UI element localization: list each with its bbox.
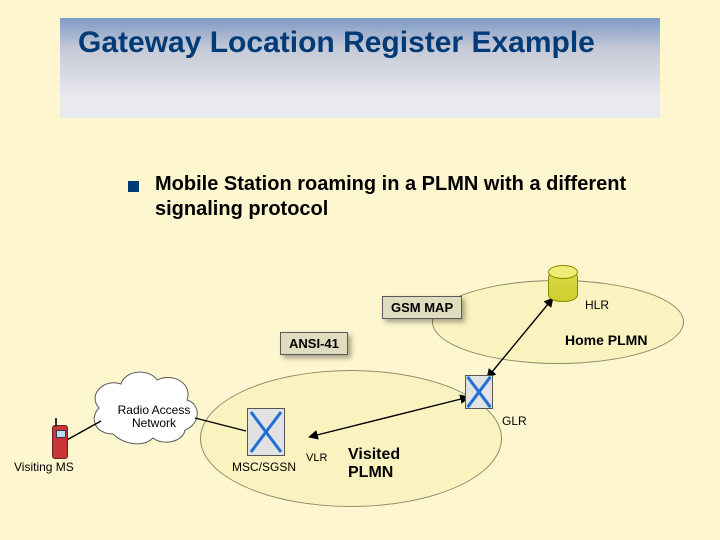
ansi41-label: ANSI-41 (280, 332, 348, 355)
title-bar: Gateway Location Register Example (60, 18, 660, 118)
hlr-db-icon (548, 270, 578, 302)
msc-sgsn-label: MSC/SGSN (232, 460, 296, 474)
ran-label: Radio Access Network (108, 404, 200, 430)
bullet-icon (128, 181, 139, 192)
hlr-label: HLR (585, 298, 609, 312)
slide-title: Gateway Location Register Example (78, 26, 642, 61)
visited-plmn-region (200, 370, 502, 507)
mobile-phone-icon (52, 425, 68, 459)
home-plmn-label: Home PLMN (565, 332, 647, 348)
gsm-map-label: GSM MAP (382, 296, 462, 319)
glr-router-icon (465, 375, 493, 409)
vlr-label: VLR (306, 452, 327, 464)
bullet-text: Mobile Station roaming in a PLMN with a … (155, 172, 655, 222)
glr-label: GLR (502, 414, 527, 428)
visiting-ms-label: Visiting MS (14, 460, 74, 474)
visited-plmn-label: Visited PLMN (348, 446, 400, 483)
msc-sgsn-router-icon (247, 408, 285, 456)
